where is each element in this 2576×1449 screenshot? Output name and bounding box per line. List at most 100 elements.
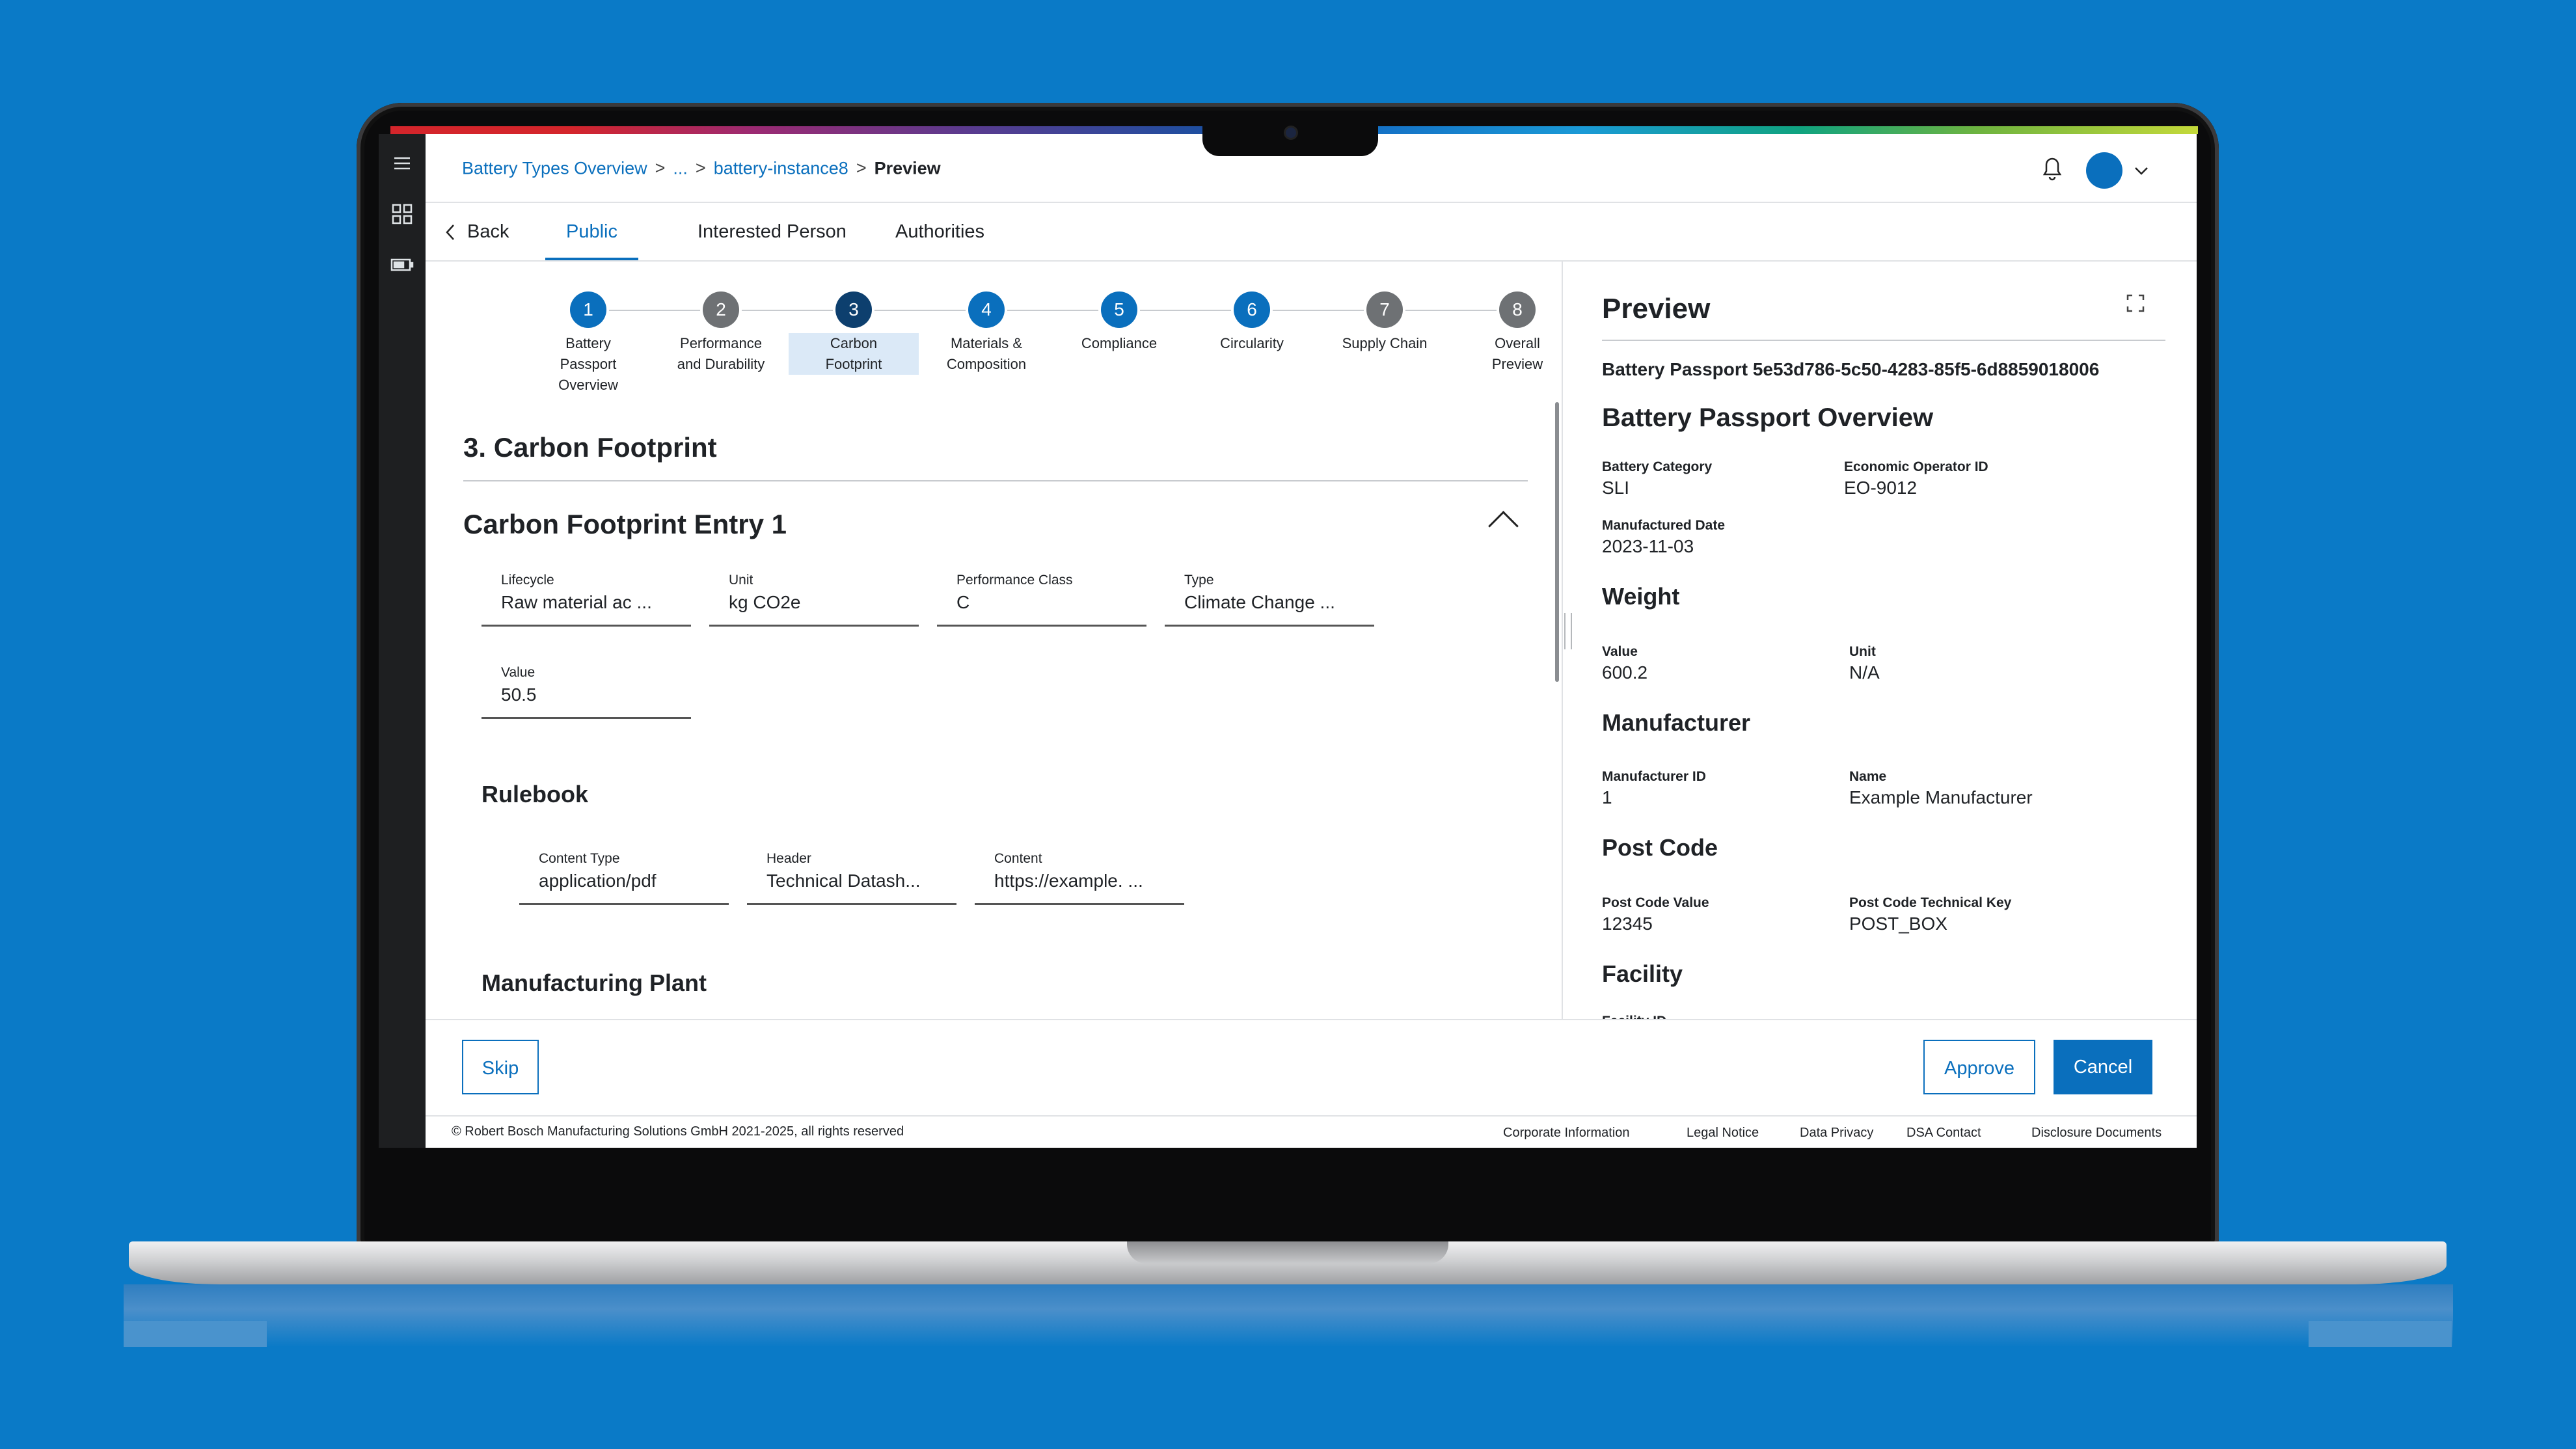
step-number: 1 xyxy=(570,291,606,328)
camera xyxy=(1286,128,1296,138)
action-bar: Skip Approve Cancel © Robert Bosch Manuf… xyxy=(426,1019,2197,1148)
step-label-line: and Durability xyxy=(677,356,765,372)
post-code-key: POST_BOX xyxy=(1849,914,1947,934)
content-type-field[interactable]: Content Type application/pdf xyxy=(519,843,729,905)
footer-link-dsa[interactable]: DSA Contact xyxy=(1906,1126,1981,1141)
step-label-line: Carbon xyxy=(830,335,878,351)
step-7[interactable]: 7 Supply Chain xyxy=(1320,291,1450,354)
step-label: Materials & Composition xyxy=(921,333,1051,375)
step-label-line: Overview xyxy=(558,377,618,393)
step-number: 3 xyxy=(835,291,872,328)
unit-field[interactable]: Unit kg CO2e xyxy=(709,565,919,627)
laptop-shadow xyxy=(124,1284,2453,1347)
copyright: © Robert Bosch Manufacturing Solutions G… xyxy=(452,1124,904,1139)
manufactured-date-value: 2023-11-03 xyxy=(1602,536,1694,556)
back-button[interactable]: Back xyxy=(445,203,509,260)
value-value: 50.5 xyxy=(501,684,537,705)
step-number: 2 xyxy=(703,291,739,328)
collapse-icon[interactable] xyxy=(1488,511,1519,541)
laptop-foot-right xyxy=(2309,1321,2452,1347)
preview-panel: Preview Battery Passport 5e53d786-5c50-4… xyxy=(1563,262,2197,1019)
value-field[interactable]: Value 50.5 xyxy=(481,657,691,719)
step-label-line: Preview xyxy=(1491,356,1543,372)
bell-icon[interactable] xyxy=(2039,154,2065,182)
step-label: Overall Preview xyxy=(1452,333,1562,375)
content-field[interactable]: Content https://example. ... xyxy=(975,843,1184,905)
manufacturer-id-label: Manufacturer ID xyxy=(1602,769,1706,784)
tab-public[interactable]: Public xyxy=(545,203,638,260)
value-label: Value xyxy=(501,665,536,680)
form-panel: 1 Battery Passport Overview 2 Performance and … xyxy=(426,262,1562,1019)
breadcrumb-battery-instance[interactable]: battery-instance8 xyxy=(714,158,848,178)
weight-unit-label: Unit xyxy=(1849,644,1876,659)
preview-divider xyxy=(1602,340,2165,341)
step-label-line: Circularity xyxy=(1220,335,1284,351)
performance-class-value: C xyxy=(956,592,970,612)
overview-title: Battery Passport Overview xyxy=(1602,403,1934,432)
header-field[interactable]: Header Technical Datash... xyxy=(747,843,956,905)
step-1[interactable]: 1 Battery Passport Overview xyxy=(523,291,653,396)
expand-icon[interactable] xyxy=(2126,294,2145,312)
content-label: Content xyxy=(994,851,1042,866)
content-type-value: application/pdf xyxy=(539,871,657,891)
step-label-line: Footprint xyxy=(825,356,882,372)
lifecycle-value: Raw material ac ... xyxy=(501,592,652,612)
avatar[interactable] xyxy=(2086,152,2122,189)
manufacturer-id: 1 xyxy=(1602,787,1612,807)
facility-title: Facility xyxy=(1602,960,1683,987)
menu-icon[interactable] xyxy=(390,154,414,177)
battery-icon[interactable] xyxy=(390,255,414,278)
step-8[interactable]: 8 Overall Preview xyxy=(1452,291,1562,375)
manufacturing-plant-title: Manufacturing Plant xyxy=(481,969,707,996)
passport-id: Battery Passport 5e53d786-5c50-4283-85f5… xyxy=(1602,359,2100,379)
lifecycle-field[interactable]: Lifecycle Raw material ac ... xyxy=(481,565,691,627)
app-screen: Battery Types Overview >... > battery-insta… xyxy=(379,134,2197,1148)
footer-link-legal[interactable]: Legal Notice xyxy=(1687,1126,1759,1141)
form-scrollbar[interactable] xyxy=(1555,402,1559,682)
rulebook-title: Rulebook xyxy=(481,781,589,807)
step-number: 5 xyxy=(1101,291,1137,328)
step-3[interactable]: 3 Carbon Footprint xyxy=(789,291,919,375)
type-value: Climate Change ... xyxy=(1184,592,1335,612)
battery-category-label: Battery Category xyxy=(1602,459,1713,474)
grid-icon[interactable] xyxy=(390,203,414,226)
header-value: Technical Datash... xyxy=(766,871,921,891)
post-code-value-label: Post Code Value xyxy=(1602,895,1709,910)
step-label: Supply Chain xyxy=(1320,333,1450,354)
post-code-key-label: Post Code Technical Key xyxy=(1849,895,2012,910)
skip-button[interactable]: Skip xyxy=(462,1040,539,1094)
footer-link-corporate[interactable]: Corporate Information xyxy=(1503,1126,1630,1141)
step-label-line: Overall xyxy=(1495,335,1540,351)
weight-title: Weight xyxy=(1602,583,1680,610)
step-2[interactable]: 2 Performance and Durability xyxy=(656,291,786,375)
footer-link-privacy[interactable]: Data Privacy xyxy=(1800,1126,1873,1141)
performance-class-field[interactable]: Performance Class C xyxy=(937,565,1146,627)
step-label: Circularity xyxy=(1187,333,1317,354)
manufacturer-name-label: Name xyxy=(1849,769,1887,784)
tab-interested-person[interactable]: Interested Person xyxy=(698,203,847,260)
header-label: Header xyxy=(766,851,811,866)
step-number: 6 xyxy=(1234,291,1270,328)
economic-operator-value: EO-9012 xyxy=(1844,478,1918,498)
tab-authorities[interactable]: Authorities xyxy=(895,203,984,260)
chevron-down-icon[interactable] xyxy=(2134,160,2149,180)
cancel-button[interactable]: Cancel xyxy=(2054,1040,2152,1094)
breadcrumb-battery-types[interactable]: Battery Types Overview xyxy=(462,158,647,178)
approve-button[interactable]: Approve xyxy=(1923,1040,2035,1094)
breadcrumb: Battery Types Overview >... > battery-insta… xyxy=(462,157,941,178)
step-number: 8 xyxy=(1499,291,1536,328)
step-6[interactable]: 6 Circularity xyxy=(1187,291,1317,354)
economic-operator-label: Economic Operator ID xyxy=(1844,459,1988,474)
section-divider xyxy=(463,480,1528,481)
sidebar xyxy=(379,134,426,1148)
step-label: Performance and Durability xyxy=(656,333,786,375)
step-number: 7 xyxy=(1366,291,1403,328)
breadcrumb-ellipsis[interactable]: ... xyxy=(673,158,688,178)
back-label: Back xyxy=(467,221,509,242)
breadcrumb-current: Preview xyxy=(874,158,941,178)
post-code-title: Post Code xyxy=(1602,834,1718,861)
type-field[interactable]: Type Climate Change ... xyxy=(1165,565,1374,627)
step-5[interactable]: 5 Compliance xyxy=(1054,291,1184,354)
footer-link-disclosure[interactable]: Disclosure Documents xyxy=(2031,1126,2162,1141)
step-4[interactable]: 4 Materials & Composition xyxy=(921,291,1051,375)
